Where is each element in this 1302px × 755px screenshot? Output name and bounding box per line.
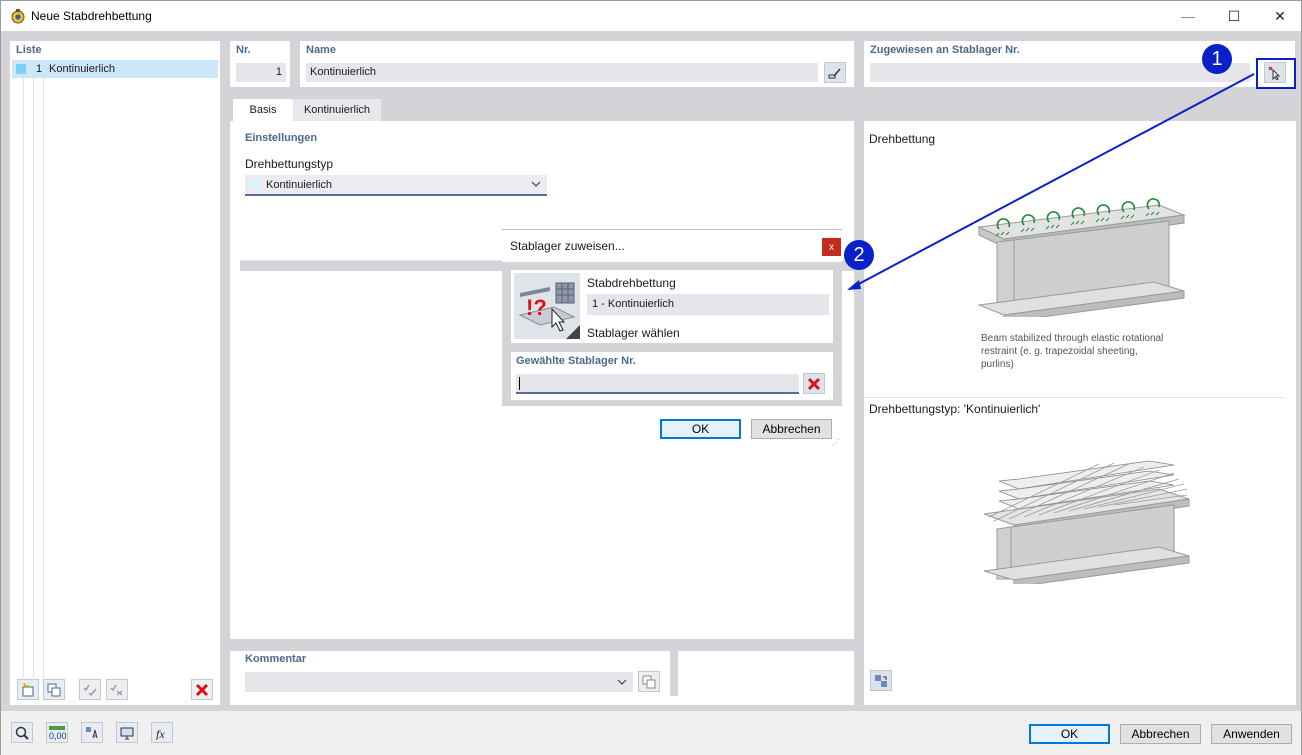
title-bar: Neue Stabdrehbettung — ☐ ✕	[1, 1, 1301, 31]
text-display-icon	[86, 726, 98, 738]
svg-text:0,00: 0,00	[49, 731, 66, 741]
apply-button[interactable]: Anwenden	[1211, 724, 1292, 744]
dialog-window: Neue Stabdrehbettung — ☐ ✕ Liste 1 Konti…	[0, 0, 1302, 755]
formula-icon: fx	[156, 727, 165, 740]
svg-text:fx: fx	[156, 727, 165, 740]
view-button[interactable]	[116, 722, 138, 743]
minimize-button[interactable]: —	[1165, 1, 1211, 31]
annotation-marker-1: 1	[1202, 44, 1232, 74]
dialog-body: Liste 1 Kontinuierlich Nr. 1 Name Kontin…	[1, 31, 1301, 711]
units-button[interactable]: 0,00	[46, 722, 68, 743]
help-button[interactable]	[11, 722, 33, 743]
footer-bar: 0,00 fx OK Abbrechen Anwenden	[1, 711, 1301, 755]
monitor-icon	[120, 727, 134, 739]
decimal-icon: 0,00	[49, 725, 66, 741]
annotation-marker-2: 2	[844, 240, 874, 270]
close-button[interactable]: ✕	[1257, 1, 1302, 31]
help-icon	[15, 726, 29, 740]
maximize-button[interactable]: ☐	[1211, 1, 1257, 31]
annotation-arrow	[847, 73, 1255, 290]
app-icon	[10, 8, 26, 24]
formula-button[interactable]: fx	[151, 722, 173, 743]
ok-button[interactable]: OK	[1029, 724, 1110, 744]
display-button[interactable]	[81, 722, 103, 743]
cancel-button[interactable]: Abbrechen	[1120, 724, 1201, 744]
window-title: Neue Stabdrehbettung	[31, 9, 152, 23]
